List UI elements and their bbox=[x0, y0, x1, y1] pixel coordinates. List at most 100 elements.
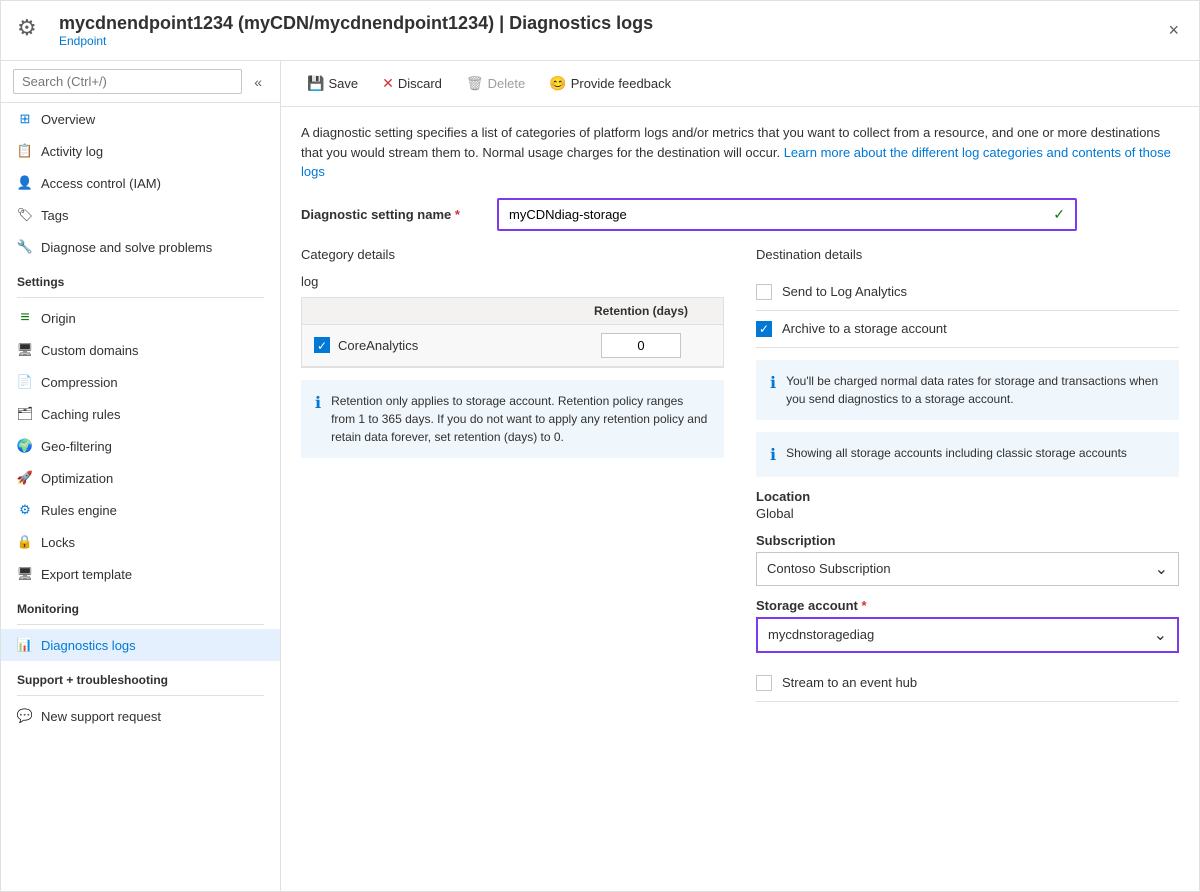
location-section: Location Global bbox=[756, 489, 1179, 521]
stream-event-hub-label: Stream to an event hub bbox=[782, 675, 917, 690]
chevron-down-icon bbox=[1154, 625, 1167, 645]
retention-input[interactable] bbox=[601, 333, 681, 358]
subscription-dropdown[interactable]: Contoso Subscription bbox=[756, 552, 1179, 586]
settings-divider bbox=[17, 297, 264, 298]
sidebar-item-label: Access control (IAM) bbox=[41, 176, 161, 191]
sidebar-item-export-template[interactable]: Export template bbox=[1, 558, 280, 590]
sidebar-item-tags[interactable]: Tags bbox=[1, 199, 280, 231]
content-area: A diagnostic setting specifies a list of… bbox=[281, 107, 1199, 891]
feedback-icon bbox=[549, 75, 566, 92]
diagnose-icon bbox=[17, 239, 33, 255]
sidebar-item-label: Activity log bbox=[41, 144, 103, 159]
subscription-label: Subscription bbox=[756, 533, 1179, 548]
log-row-retention bbox=[571, 333, 711, 358]
sidebar-item-compression[interactable]: Compression bbox=[1, 366, 280, 398]
sidebar-item-overview[interactable]: Overview bbox=[1, 103, 280, 135]
charge-info-box: You'll be charged normal data rates for … bbox=[756, 360, 1179, 420]
iam-icon bbox=[17, 175, 33, 191]
save-button[interactable]: Save bbox=[297, 69, 368, 98]
header: mycdnendpoint1234 (myCDN/mycdnendpoint12… bbox=[1, 1, 1199, 61]
feedback-button[interactable]: Provide feedback bbox=[539, 69, 681, 98]
support-icon bbox=[17, 708, 33, 724]
search-box: « bbox=[1, 61, 280, 103]
toolbar: Save Discard Delete Provide feedback bbox=[281, 61, 1199, 107]
sidebar-item-activity-log[interactable]: Activity log bbox=[1, 135, 280, 167]
sidebar-item-label: Compression bbox=[41, 375, 118, 390]
destination-details-column: Destination details Send to Log Analytic… bbox=[756, 247, 1179, 714]
compress-icon bbox=[17, 374, 33, 390]
page-title: mycdnendpoint1234 (myCDN/mycdnendpoint12… bbox=[59, 13, 653, 34]
sidebar-item-label: Rules engine bbox=[41, 503, 117, 518]
overview-icon bbox=[17, 111, 33, 127]
sidebar-item-diagnostics-logs[interactable]: Diagnostics logs bbox=[1, 629, 280, 661]
check-icon bbox=[759, 321, 769, 336]
close-button[interactable]: × bbox=[1164, 16, 1183, 45]
support-divider bbox=[17, 695, 264, 696]
table-row: CoreAnalytics bbox=[302, 325, 723, 367]
storage-account-dropdown[interactable]: mycdnstoragediag bbox=[756, 617, 1179, 653]
core-analytics-label: CoreAnalytics bbox=[338, 338, 418, 353]
archive-storage-checkbox[interactable] bbox=[756, 321, 772, 337]
header-left: mycdnendpoint1234 (myCDN/mycdnendpoint12… bbox=[17, 13, 653, 48]
sidebar-item-label: Diagnostics logs bbox=[41, 638, 136, 653]
sidebar-item-label: Tags bbox=[41, 208, 68, 223]
collapse-button[interactable]: « bbox=[248, 72, 268, 92]
sidebar-item-label: Overview bbox=[41, 112, 95, 127]
sidebar-item-diagnose[interactable]: Diagnose and solve problems bbox=[1, 231, 280, 263]
sidebar-item-new-support[interactable]: New support request bbox=[1, 700, 280, 732]
log-col-retention-header: Retention (days) bbox=[571, 304, 711, 318]
sidebar-item-locks[interactable]: Locks bbox=[1, 526, 280, 558]
required-indicator: * bbox=[455, 207, 460, 222]
showing-storage-text: Showing all storage accounts including c… bbox=[786, 444, 1127, 465]
storage-info-box: Showing all storage accounts including c… bbox=[756, 432, 1179, 477]
sidebar-item-custom-domains[interactable]: Custom domains bbox=[1, 334, 280, 366]
monitoring-divider bbox=[17, 624, 264, 625]
diagnostic-setting-input[interactable] bbox=[509, 207, 1053, 222]
optimization-icon bbox=[17, 470, 33, 486]
main-panel: Save Discard Delete Provide feedback bbox=[281, 61, 1199, 891]
search-input[interactable] bbox=[13, 69, 242, 94]
locks-icon bbox=[17, 534, 33, 550]
sidebar-item-label: Geo-filtering bbox=[41, 439, 112, 454]
save-icon bbox=[307, 75, 324, 92]
sidebar-item-label: Locks bbox=[41, 535, 75, 550]
log-table: Retention (days) CoreAnalytics bbox=[301, 297, 724, 368]
sidebar-item-iam[interactable]: Access control (IAM) bbox=[1, 167, 280, 199]
discard-button[interactable]: Discard bbox=[372, 69, 452, 98]
location-value: Global bbox=[756, 506, 1179, 521]
diagnostic-setting-input-container bbox=[497, 198, 1077, 231]
info-icon bbox=[770, 445, 776, 465]
two-column-layout: Category details log Retention (days) bbox=[301, 247, 1179, 714]
archive-storage-label: Archive to a storage account bbox=[782, 321, 947, 336]
send-log-analytics-item: Send to Log Analytics bbox=[756, 274, 1179, 311]
sidebar-item-optimization[interactable]: Optimization bbox=[1, 462, 280, 494]
sidebar-item-rules-engine[interactable]: Rules engine bbox=[1, 494, 280, 526]
check-icon bbox=[317, 338, 327, 353]
geo-icon bbox=[17, 438, 33, 454]
chevron-down-icon bbox=[1155, 559, 1168, 579]
core-analytics-checkbox[interactable] bbox=[314, 337, 330, 353]
info-icon bbox=[770, 373, 776, 408]
gear-icon bbox=[17, 15, 49, 47]
log-row-name: CoreAnalytics bbox=[314, 337, 571, 353]
diagnostics-icon bbox=[17, 637, 33, 653]
send-log-analytics-checkbox[interactable] bbox=[756, 284, 772, 300]
diagnostic-setting-label: Diagnostic setting name * bbox=[301, 207, 481, 222]
sidebar-item-label: Caching rules bbox=[41, 407, 121, 422]
storage-account-section: Storage account * mycdnstoragediag bbox=[756, 598, 1179, 653]
sidebar-item-label: Diagnose and solve problems bbox=[41, 240, 212, 255]
sidebar-item-geo-filtering[interactable]: Geo-filtering bbox=[1, 430, 280, 462]
sidebar-item-origin[interactable]: Origin bbox=[1, 302, 280, 334]
stream-section: Stream to an event hub bbox=[756, 665, 1179, 702]
domains-icon bbox=[17, 342, 33, 358]
category-details-title: Category details bbox=[301, 247, 724, 262]
log-col-name-header bbox=[314, 304, 571, 318]
sidebar-item-caching-rules[interactable]: Caching rules bbox=[1, 398, 280, 430]
export-icon bbox=[17, 566, 33, 582]
delete-button[interactable]: Delete bbox=[456, 69, 535, 98]
stream-event-hub-checkbox[interactable] bbox=[756, 675, 772, 691]
required-indicator: * bbox=[861, 598, 866, 613]
sidebar-item-label: New support request bbox=[41, 709, 161, 724]
storage-account-label: Storage account * bbox=[756, 598, 1179, 613]
retention-info-text: Retention only applies to storage accoun… bbox=[331, 392, 710, 446]
